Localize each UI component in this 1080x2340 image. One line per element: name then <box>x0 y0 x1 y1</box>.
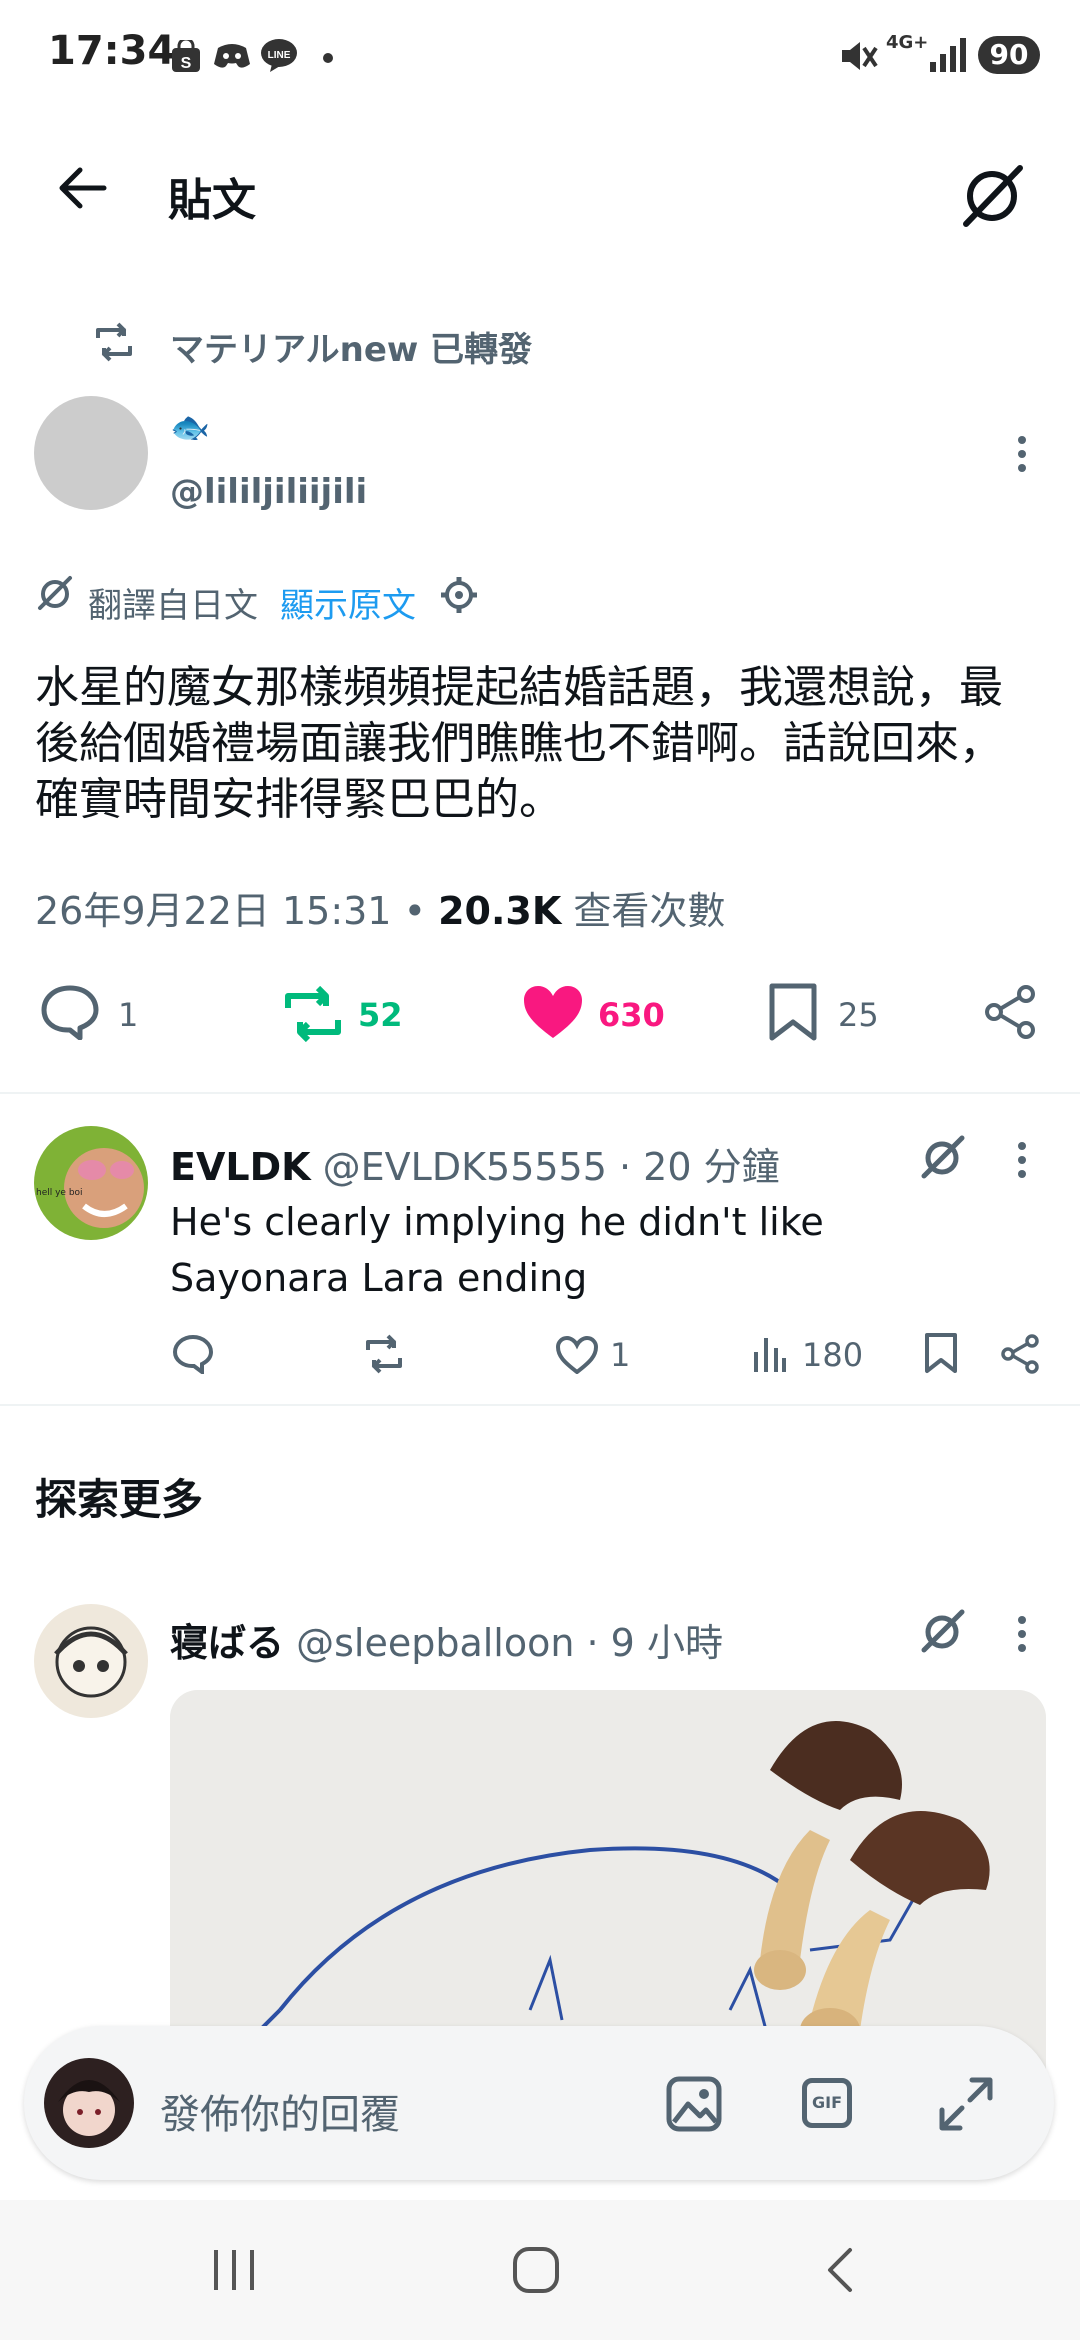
gif-icon[interactable]: GIF <box>802 2078 852 2128</box>
svg-text:LINE: LINE <box>268 50 291 61</box>
meta-separator: • <box>403 889 426 933</box>
divider <box>0 1404 1080 1406</box>
battery-level: 90 <box>978 36 1040 74</box>
top-bar <box>0 110 1080 280</box>
heart-icon[interactable] <box>522 984 584 1040</box>
bookmark-icon[interactable] <box>768 982 818 1042</box>
reply-views-count: 180 <box>802 1336 864 1374</box>
repost-icon[interactable] <box>280 986 346 1042</box>
translation-label: 翻譯自日文 <box>88 586 258 626</box>
image-upload-icon[interactable] <box>666 2076 722 2132</box>
reply-text: He's clearly implying he didn't like Say… <box>170 1200 824 1300</box>
show-original-link[interactable]: 顯示原文 <box>280 578 416 627</box>
recent-apps-icon[interactable] <box>212 2248 258 2292</box>
page-title: 貼文 <box>168 175 256 226</box>
home-icon[interactable] <box>512 2246 560 2294</box>
post-text: 水星的魔女那樣頻頻提起結婚話題，我還想說，最後給個婚禮場面讓我們瞧瞧也不錯啊。話… <box>35 662 1003 825</box>
composer-input[interactable]: 發佈你的回覆 <box>160 2082 400 2140</box>
retweet-icon <box>92 322 136 362</box>
explore-handle-time[interactable]: @sleepballoon · 9 小時 <box>296 1621 723 1665</box>
translate-icon <box>36 574 74 612</box>
bookmark-count: 25 <box>838 996 879 1034</box>
back-nav-icon[interactable] <box>824 2246 854 2294</box>
line-icon: LINE <box>260 38 298 72</box>
explore-avatar[interactable] <box>34 1604 148 1718</box>
reply-analytics-icon[interactable] <box>752 1334 788 1372</box>
explore-more-icon[interactable] <box>1014 1614 1030 1654</box>
signal-icon <box>930 36 970 74</box>
status-time: 17:34 <box>48 28 176 74</box>
reply-avatar[interactable]: hell ye boi <box>34 1126 148 1240</box>
reply-handle-time[interactable]: @EVLDK55555 · 20 分鐘 <box>323 1145 780 1189</box>
shopping-bag-icon: S <box>170 40 202 74</box>
explore-post-header: 寝ばる @sleepballoon · 9 小時 <box>170 1612 723 1667</box>
explore-display-name[interactable]: 寝ばる <box>170 1621 284 1665</box>
reply-repost-icon[interactable] <box>362 1334 406 1374</box>
notification-dot-icon <box>322 52 334 64</box>
divider <box>0 1092 1080 1094</box>
expand-icon[interactable] <box>938 2076 994 2132</box>
share-icon[interactable] <box>982 984 1038 1040</box>
reply-header: EVLDK @EVLDK55555 · 20 分鐘 <box>170 1136 780 1191</box>
reply-share-icon[interactable] <box>1000 1334 1040 1374</box>
reply-composer[interactable]: 發佈你的回覆 GIF <box>24 2026 1054 2180</box>
settings-gear-icon[interactable] <box>440 576 478 614</box>
gif-label: GIF <box>811 2093 842 2112</box>
post-meta: 26年9月22日 15:31 • 20.3K 查看次數 <box>35 880 725 935</box>
like-count: 630 <box>598 996 665 1034</box>
explore-grok-icon[interactable] <box>920 1608 966 1654</box>
more-options-icon[interactable] <box>1014 434 1030 474</box>
reply-count: 1 <box>118 996 139 1034</box>
reply-grok-icon[interactable] <box>920 1134 966 1180</box>
grok-icon[interactable] <box>958 160 1028 230</box>
status-bar: 17:34 S LINE 4G+ 90 <box>0 0 1080 110</box>
reply-bookmark-icon[interactable] <box>924 1332 958 1374</box>
reply-display-name[interactable]: EVLDK <box>170 1145 311 1189</box>
author-avatar[interactable] <box>34 396 148 510</box>
reply-avatar-caption: hell ye boi <box>36 1188 83 1198</box>
reply-more-icon[interactable] <box>1014 1140 1030 1180</box>
author-handle[interactable]: @lililjiliijili <box>170 472 367 512</box>
post-date: 26年9月22日 15:31 <box>35 889 392 933</box>
network-type: 4G+ <box>886 32 929 53</box>
back-arrow-icon[interactable] <box>54 160 110 216</box>
views-label[interactable]: 查看次數 <box>573 889 725 933</box>
system-nav-bar <box>0 2200 1080 2340</box>
svg-text:S: S <box>181 55 192 72</box>
repost-count: 52 <box>358 996 403 1034</box>
reply-icon[interactable] <box>40 984 100 1040</box>
reply-heart-icon[interactable] <box>556 1336 598 1374</box>
discord-icon <box>214 42 250 70</box>
reply-comment-icon[interactable] <box>172 1334 214 1374</box>
views-count[interactable]: 20.3K <box>438 889 561 933</box>
author-display-name[interactable]: 🐟 <box>170 408 210 446</box>
reply-like-count: 1 <box>610 1336 631 1374</box>
retweet-label[interactable]: マテリアルnew 已轉發 <box>170 322 532 371</box>
explore-heading: 探索更多 <box>35 1475 204 1524</box>
composer-avatar <box>44 2058 134 2148</box>
mute-icon <box>838 36 878 76</box>
